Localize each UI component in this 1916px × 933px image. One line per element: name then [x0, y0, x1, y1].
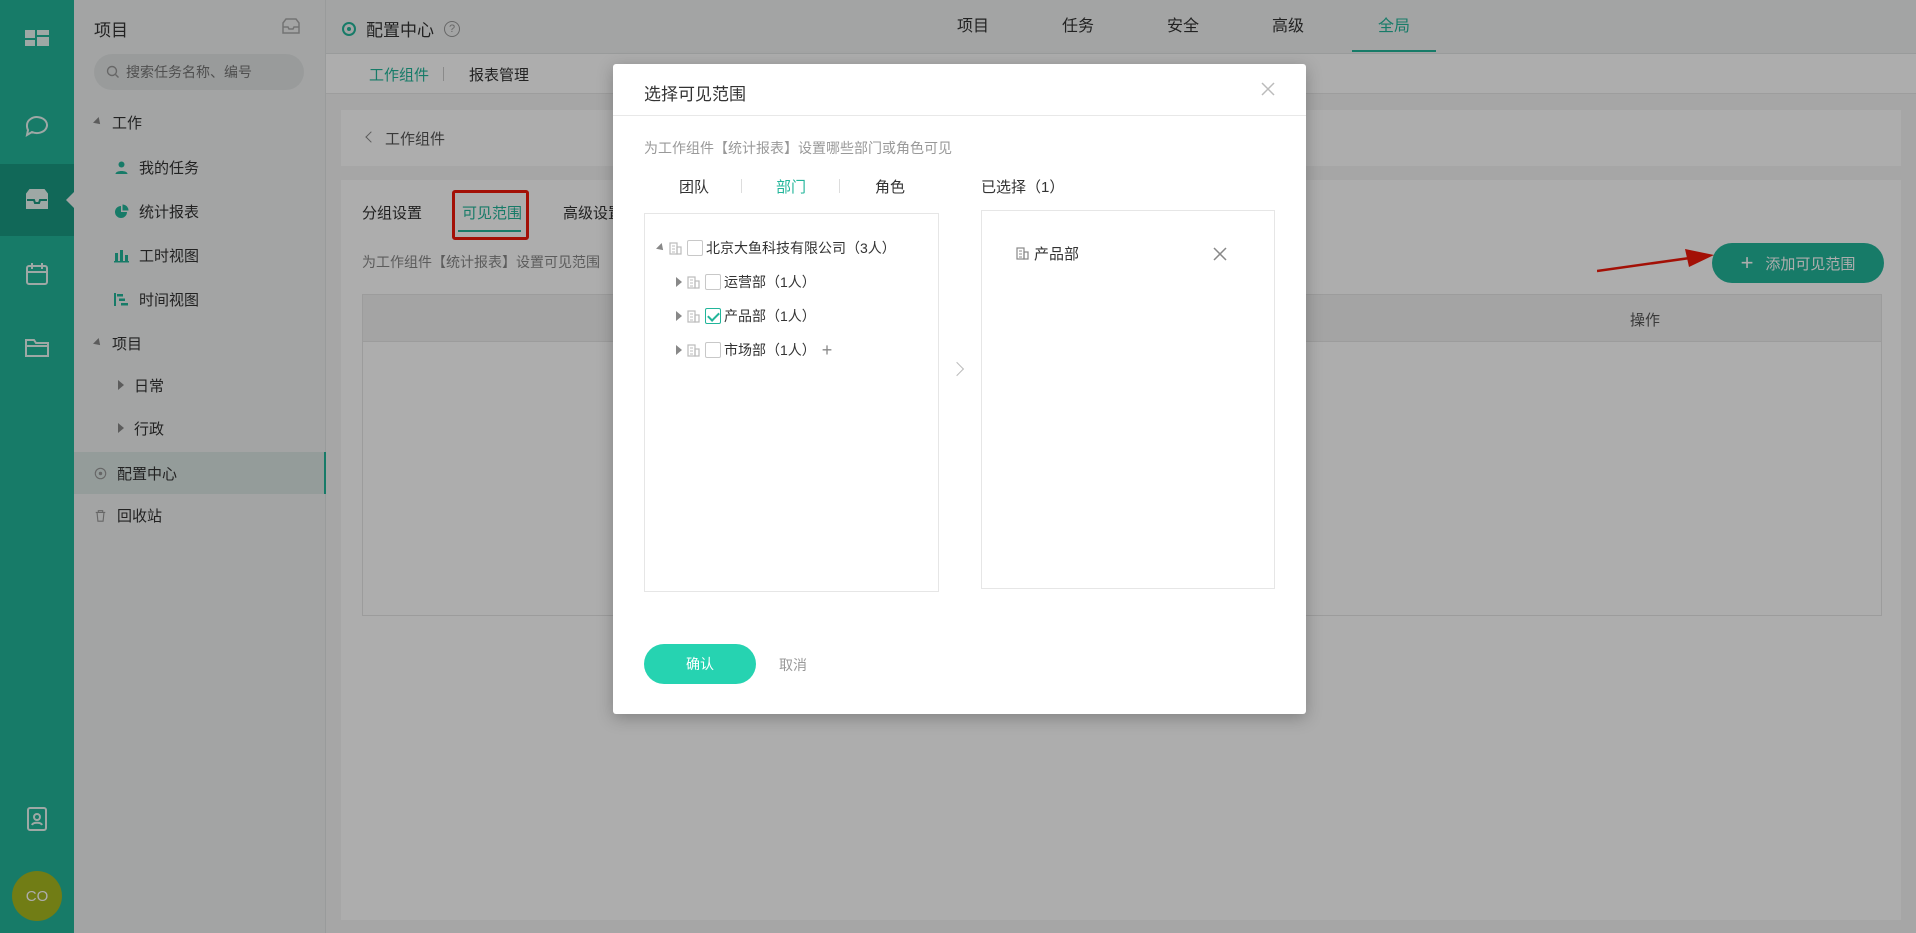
department-tree: 北京大鱼科技有限公司（3人） 运营部（1人） 产品部（1人） 市场部（1人） + — [644, 213, 939, 592]
checkbox[interactable] — [687, 240, 703, 256]
checkbox[interactable] — [705, 342, 721, 358]
tab-team[interactable]: 团队 — [679, 176, 709, 197]
tree-node-operations[interactable]: 运营部（1人） — [676, 271, 816, 293]
dialog-title: 选择可见范围 — [644, 85, 746, 104]
tab-role[interactable]: 角色 — [875, 176, 905, 197]
tree-node-label: 市场部（1人） — [724, 342, 816, 358]
selected-item: 产品部 — [1016, 243, 1246, 264]
building-icon — [687, 275, 700, 289]
tab-department[interactable]: 部门 — [776, 176, 806, 197]
tree-node-marketing[interactable]: 市场部（1人） + — [676, 339, 832, 361]
checkbox[interactable] — [705, 274, 721, 290]
tree-node-label: 北京大鱼科技有限公司（3人） — [706, 240, 896, 256]
tree-node-label: 运营部（1人） — [724, 274, 816, 290]
expand-icon[interactable] — [676, 277, 682, 287]
divider — [741, 179, 742, 193]
selected-count: 已选择（1） — [981, 179, 1065, 196]
checkbox-checked[interactable] — [705, 308, 721, 324]
visible-scope-dialog: 选择可见范围 为工作组件【统计报表】设置哪些部门或角色可见 团队 部门 角色 已… — [613, 64, 1306, 714]
expand-icon[interactable] — [676, 345, 682, 355]
tree-node-company[interactable]: 北京大鱼科技有限公司（3人） — [656, 237, 896, 259]
close-icon[interactable] — [1259, 80, 1277, 98]
cancel-button[interactable]: 取消 — [779, 655, 807, 675]
dialog-header: 选择可见范围 — [613, 64, 1306, 116]
building-icon — [669, 241, 682, 255]
add-icon[interactable]: + — [822, 341, 833, 359]
tree-node-label: 产品部（1人） — [724, 308, 816, 324]
building-icon — [687, 309, 700, 323]
tree-node-product[interactable]: 产品部（1人） — [676, 305, 816, 327]
building-icon — [1016, 247, 1029, 260]
remove-icon[interactable] — [1212, 246, 1228, 262]
divider — [839, 179, 840, 193]
chevron-right-icon[interactable] — [949, 361, 965, 377]
dialog-description: 为工作组件【统计报表】设置哪些部门或角色可见 — [644, 140, 952, 156]
selected-list: 产品部 — [981, 210, 1275, 589]
expand-icon[interactable] — [676, 311, 682, 321]
collapse-icon[interactable] — [656, 243, 666, 253]
building-icon — [687, 343, 700, 357]
selected-item-label: 产品部 — [1034, 246, 1080, 263]
confirm-button[interactable]: 确认 — [644, 644, 756, 684]
